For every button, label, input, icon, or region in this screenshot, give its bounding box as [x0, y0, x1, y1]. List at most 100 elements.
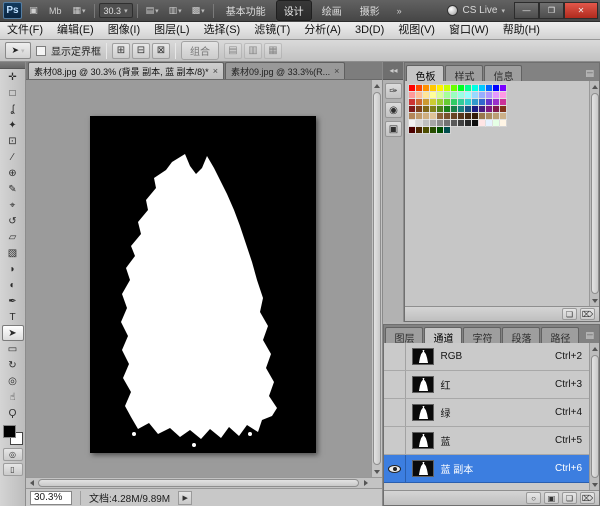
status-zoom-field[interactable]: 30.3% — [30, 491, 72, 505]
view-options-button-1[interactable]: ▤▾ — [142, 3, 163, 19]
screen-mode-button[interactable]: ▯ — [3, 463, 23, 476]
current-tool-button[interactable]: ➤ ▾ — [5, 42, 31, 59]
channel-row[interactable]: 红Ctrl+3 — [384, 371, 589, 399]
color-swatch[interactable] — [493, 99, 499, 105]
color-swatch[interactable] — [437, 113, 443, 119]
scroll-up-icon[interactable] — [589, 343, 600, 354]
visibility-toggle[interactable] — [384, 399, 406, 426]
color-swatch[interactable] — [416, 120, 422, 126]
clone-source-panel-icon[interactable]: ◉ — [385, 102, 402, 118]
panel-menu-icon[interactable]: ▤ — [580, 330, 599, 343]
channel-row[interactable]: 蓝 副本Ctrl+6 — [384, 455, 589, 483]
tools-panel-grip[interactable] — [0, 62, 25, 69]
scroll-up-icon[interactable] — [372, 80, 383, 91]
color-swatch[interactable] — [493, 113, 499, 119]
color-swatch[interactable] — [458, 120, 464, 126]
color-swatch[interactable] — [486, 85, 492, 91]
color-swatch[interactable] — [493, 92, 499, 98]
minimize-button[interactable]: — — [514, 2, 539, 19]
channels-tab-段落[interactable]: 段落 — [502, 327, 540, 343]
color-swatch[interactable] — [409, 127, 415, 133]
combine-button[interactable]: 组合 — [181, 41, 219, 60]
workspace-tab-设计[interactable]: 设计 — [276, 0, 312, 21]
workspace-tab-绘画[interactable]: 绘画 — [314, 0, 350, 21]
color-swatch[interactable] — [423, 92, 429, 98]
quick-mask-button[interactable]: ◎ — [3, 448, 23, 461]
color-swatch[interactable] — [409, 99, 415, 105]
color-swatch[interactable] — [409, 85, 415, 91]
color-swatch[interactable] — [479, 92, 485, 98]
color-swatch[interactable] — [451, 106, 457, 112]
pen-tool[interactable]: ✒ — [2, 293, 24, 309]
options-icon-button-2[interactable]: ⊟ — [132, 43, 150, 59]
color-swatch[interactable] — [451, 120, 457, 126]
visibility-toggle[interactable] — [384, 427, 406, 454]
color-swatch[interactable] — [444, 92, 450, 98]
swatches-tab-样式[interactable]: 样式 — [445, 65, 483, 81]
color-swatch[interactable] — [423, 85, 429, 91]
menubar-item[interactable]: 视图(V) — [391, 22, 442, 39]
menubar-item[interactable]: 文件(F) — [0, 22, 50, 39]
shape-tool[interactable]: ▭ — [2, 341, 24, 357]
color-swatch[interactable] — [437, 85, 443, 91]
channel-row[interactable]: 绿Ctrl+4 — [384, 399, 589, 427]
load-selection-button[interactable]: ○ — [526, 492, 541, 504]
marquee-tool[interactable]: □ — [2, 85, 24, 101]
eraser-tool[interactable]: ▱ — [2, 229, 24, 245]
swatches-tab-色板[interactable]: 色板 — [406, 65, 444, 81]
menubar-item[interactable]: 分析(A) — [297, 22, 348, 39]
healing-brush-tool[interactable]: ⊕ — [2, 165, 24, 181]
view-options-button-2[interactable]: ▥▾ — [165, 3, 186, 19]
color-swatch[interactable] — [465, 113, 471, 119]
color-swatch[interactable] — [458, 92, 464, 98]
color-swatch[interactable] — [444, 113, 450, 119]
save-selection-button[interactable]: ▣ — [544, 492, 559, 504]
color-swatch[interactable] — [458, 99, 464, 105]
hand-tool[interactable]: ☝ — [2, 389, 24, 405]
color-swatch[interactable] — [437, 127, 443, 133]
color-swatch[interactable] — [500, 120, 506, 126]
channels-scrollbar[interactable] — [589, 343, 599, 490]
color-swatch[interactable] — [479, 120, 485, 126]
channel-row[interactable]: RGBCtrl+2 — [384, 343, 589, 371]
menubar-item[interactable]: 滤镜(T) — [247, 22, 297, 39]
color-swatch[interactable] — [444, 85, 450, 91]
delete-swatch-button[interactable]: ⌦ — [580, 308, 595, 320]
color-swatch[interactable] — [437, 120, 443, 126]
history-brush-tool[interactable]: ↺ — [2, 213, 24, 229]
scroll-up-icon[interactable] — [589, 81, 600, 92]
color-swatch[interactable] — [486, 113, 492, 119]
horizontal-scroll-thumb[interactable] — [38, 479, 359, 487]
status-flyout-button[interactable]: ▶ — [178, 491, 192, 505]
color-swatch[interactable] — [430, 92, 436, 98]
color-swatch[interactable] — [451, 92, 457, 98]
dock-strip-header[interactable]: ◂◂ — [383, 62, 403, 80]
visibility-toggle[interactable] — [384, 455, 406, 482]
color-swatch[interactable] — [500, 85, 506, 91]
color-swatch[interactable] — [409, 92, 415, 98]
swatches-scroll-thumb[interactable] — [591, 93, 599, 294]
clone-stamp-tool[interactable]: ⌖ — [2, 197, 24, 213]
color-swatch[interactable] — [430, 120, 436, 126]
color-swatch[interactable] — [472, 120, 478, 126]
channels-scroll-thumb[interactable] — [591, 355, 599, 478]
color-swatch[interactable] — [416, 127, 422, 133]
color-swatch[interactable] — [479, 99, 485, 105]
zoom-tool[interactable]: Ϙ — [2, 405, 24, 421]
channels-tab-路径[interactable]: 路径 — [541, 327, 579, 343]
color-swatch[interactable] — [437, 99, 443, 105]
color-swatch[interactable] — [416, 85, 422, 91]
vertical-scroll-thumb[interactable] — [373, 92, 381, 465]
panel-menu-icon[interactable]: ▤ — [580, 68, 599, 81]
swatches-scrollbar[interactable] — [589, 81, 599, 306]
color-swatch[interactable] — [472, 92, 478, 98]
color-swatch[interactable] — [416, 113, 422, 119]
color-swatch[interactable] — [500, 106, 506, 112]
brushes-panel-icon[interactable]: ✑ — [385, 83, 402, 99]
menubar-item[interactable]: 编辑(E) — [50, 22, 101, 39]
menubar-item[interactable]: 3D(D) — [348, 22, 391, 39]
workspace-tab-摄影[interactable]: 摄影 — [352, 0, 388, 21]
character-panel-icon[interactable]: ▣ — [385, 121, 402, 137]
close-tab-icon[interactable]: × — [334, 66, 339, 76]
path-selection-tool[interactable]: ➤ — [2, 325, 24, 341]
